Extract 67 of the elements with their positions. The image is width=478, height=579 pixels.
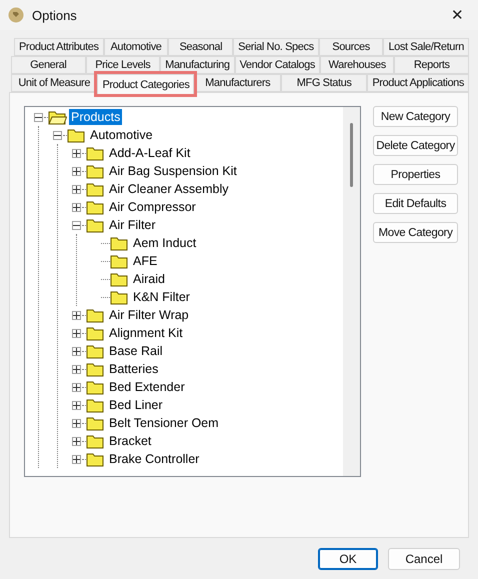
tab[interactable]: Warehouses [320, 56, 394, 74]
folder-icon [110, 236, 129, 250]
folder-icon [110, 290, 129, 304]
folder-icon [86, 146, 105, 160]
scrollbar[interactable] [343, 107, 360, 476]
folder-icon [86, 398, 105, 412]
folder-icon [86, 452, 105, 466]
folder-icon [86, 362, 105, 376]
category-button[interactable]: New Category [373, 106, 458, 127]
tree-item[interactable]: Alignment Kit [107, 325, 185, 341]
scrollbar-thumb[interactable] [350, 123, 353, 187]
tab[interactable]: Automotive [104, 38, 168, 56]
folder-icon [86, 200, 105, 214]
tree-item[interactable]: Add-A-Leaf Kit [107, 145, 192, 161]
tab[interactable]: Vendor Catalogs [234, 56, 320, 74]
category-button[interactable]: Edit Defaults [373, 193, 458, 214]
tab[interactable]: Lost Sale/Return [383, 38, 469, 56]
open-folder-icon [48, 110, 67, 124]
folder-icon [86, 308, 105, 322]
tree-item[interactable]: Automotive [88, 127, 155, 143]
close-button[interactable]: ✕ [447, 6, 468, 24]
tree-item[interactable]: Air Filter Wrap [107, 307, 191, 323]
folder-icon [110, 272, 129, 286]
folder-icon [86, 380, 105, 394]
tree-item[interactable]: K&N Filter [131, 289, 192, 305]
folder-icon [67, 128, 86, 142]
app-icon [8, 7, 24, 23]
tree-item[interactable]: Brake Controller [107, 451, 202, 467]
tree-item[interactable]: Bed Extender [107, 379, 187, 395]
folder-icon [110, 254, 129, 268]
folder-icon [86, 164, 105, 178]
tab[interactable]: Sources [318, 38, 384, 56]
tree-item[interactable]: Bed Liner [107, 397, 165, 413]
folder-icon [86, 218, 105, 232]
tree-item[interactable]: Air Bag Suspension Kit [107, 163, 239, 179]
tab[interactable]: Reports [394, 56, 469, 74]
tree-item[interactable]: Products [69, 109, 122, 125]
folder-icon [86, 416, 105, 430]
window-title: Options [32, 8, 78, 22]
category-button[interactable]: Delete Category [373, 135, 458, 156]
tree-item[interactable]: Air Filter [107, 217, 158, 233]
tree-item[interactable]: Batteries [107, 361, 160, 377]
tree-item[interactable]: Aem Induct [131, 235, 198, 251]
folder-icon [86, 434, 105, 448]
tab[interactable]: Serial No. Specs [233, 38, 319, 56]
tree-item[interactable]: Belt Tensioner Oem [107, 415, 221, 431]
tab[interactable]: Manufacturers [194, 74, 281, 92]
tree-item[interactable]: Bracket [107, 433, 154, 449]
folder-icon [86, 344, 105, 358]
tab[interactable]: Product Categories [97, 74, 194, 94]
tree-item[interactable]: Air Cleaner Assembly [107, 181, 230, 197]
category-button[interactable]: Move Category [373, 222, 458, 243]
tab[interactable]: General [11, 56, 86, 74]
tree-item[interactable]: Airaid [131, 271, 167, 287]
tab[interactable]: MFG Status [280, 74, 368, 92]
tab[interactable]: Seasonal [168, 38, 234, 56]
tree-item[interactable]: Air Compressor [107, 199, 198, 215]
ok-button[interactable]: OK [318, 548, 378, 570]
tab[interactable]: Product Attributes [14, 38, 104, 56]
category-button[interactable]: Properties [373, 164, 458, 185]
tab[interactable]: Manufacturing [160, 56, 235, 74]
tree-item[interactable]: AFE [131, 253, 160, 269]
tree-item[interactable]: Base Rail [107, 343, 164, 359]
tab[interactable]: Product Applications [367, 74, 469, 92]
folder-icon [86, 182, 105, 196]
folder-icon [86, 326, 105, 340]
cancel-button[interactable]: Cancel [388, 548, 460, 570]
